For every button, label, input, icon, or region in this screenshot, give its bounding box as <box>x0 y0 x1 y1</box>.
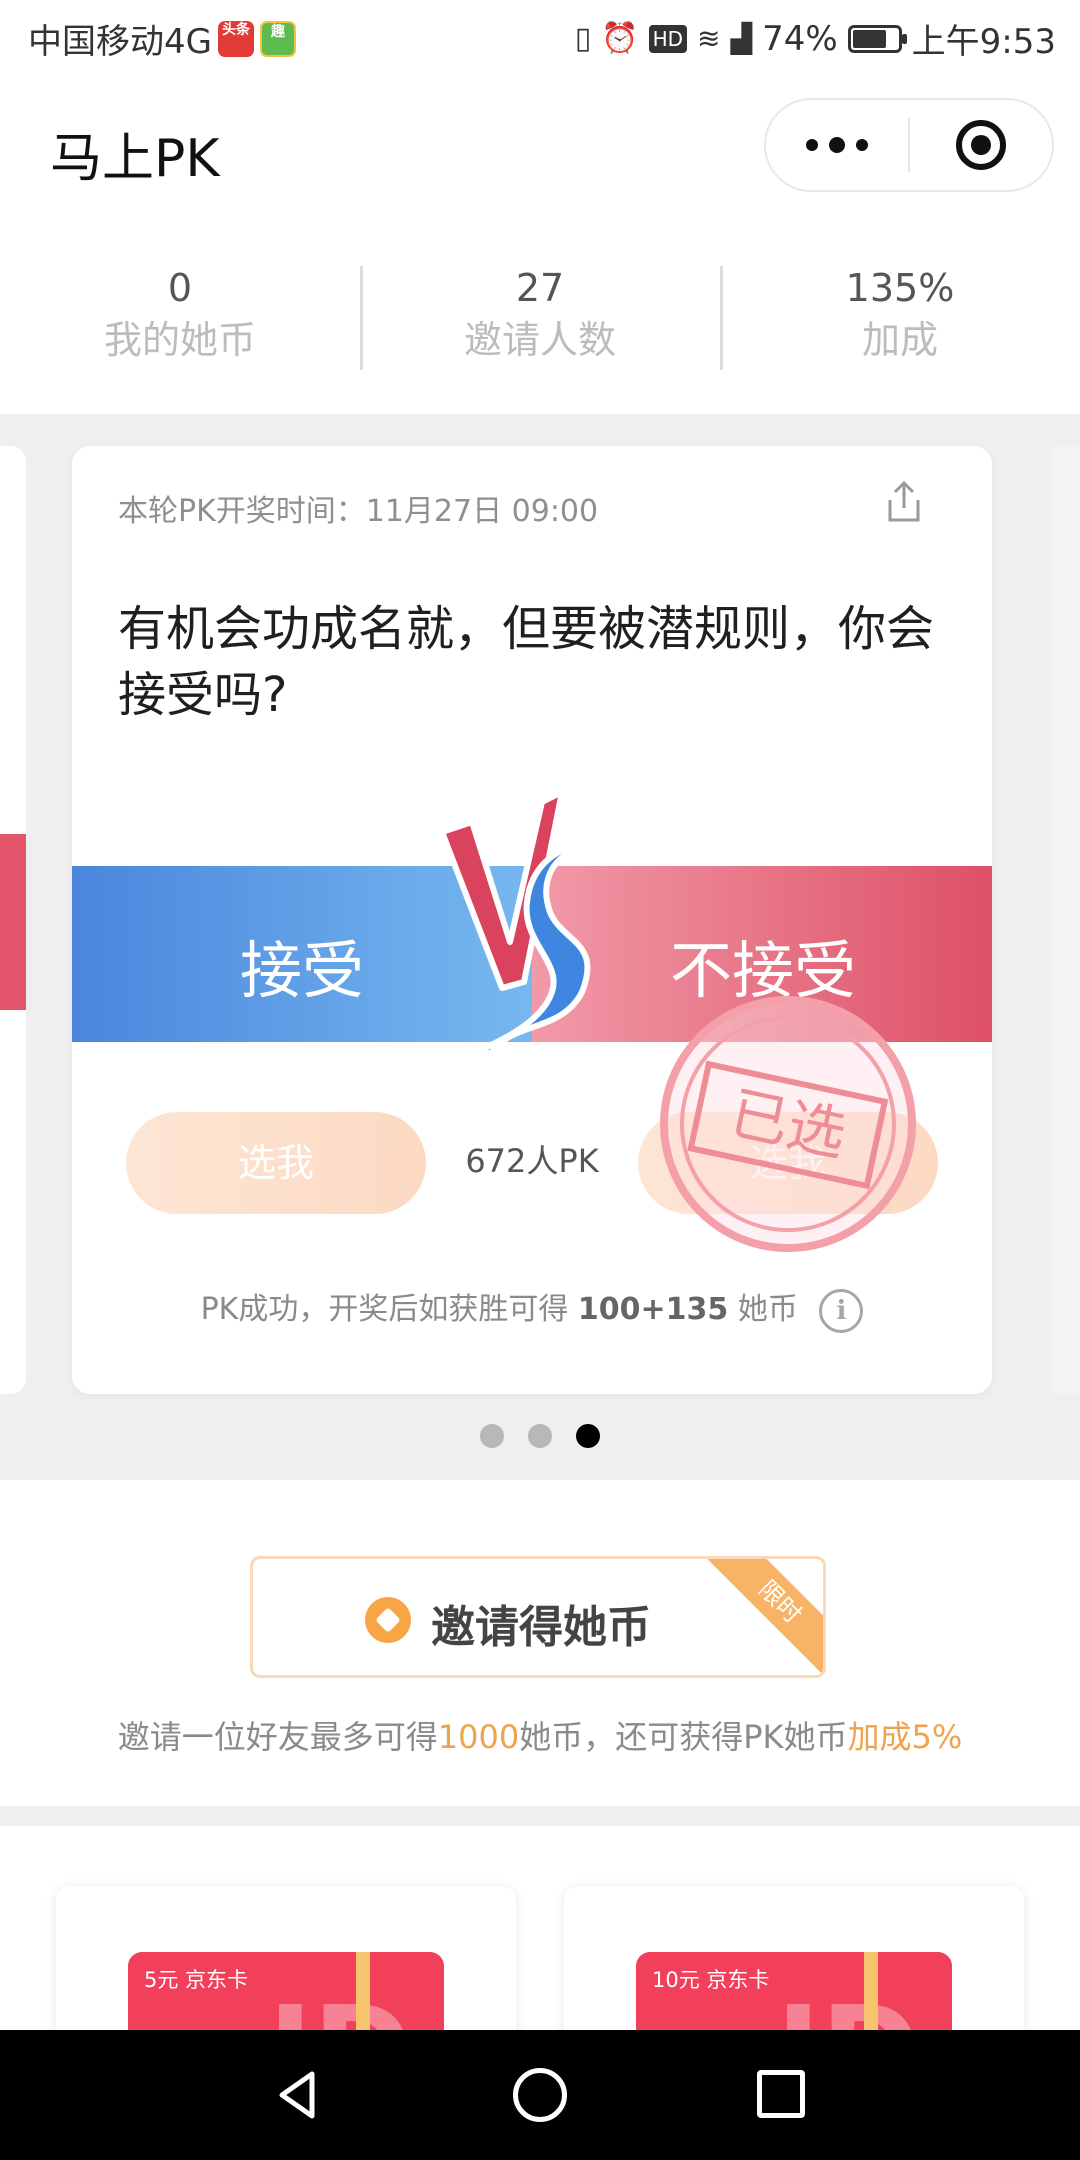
stat-invites[interactable]: 27 邀请人数 <box>360 264 720 414</box>
carrier-label: 中国移动4G <box>28 22 212 62</box>
stat-label: 邀请人数 <box>463 318 616 362</box>
previous-card-band <box>0 834 26 1010</box>
title-bar: 马上PK <box>0 72 1080 222</box>
more-icon <box>806 137 868 153</box>
pk-carousel[interactable]: 本轮PK开奖时间：11月27日 09:00 有机会功成名就，但要被潜规则，你会接… <box>0 414 1080 1480</box>
stat-label: 加成 <box>861 318 938 362</box>
more-button[interactable] <box>766 100 908 190</box>
coin-icon <box>365 1597 411 1643</box>
reward-note: PK成功，开奖后如获胜可得 100+135 她币 i <box>72 1284 992 1333</box>
signal-icon: ▟ <box>730 22 753 55</box>
carousel-dot[interactable] <box>480 1424 504 1448</box>
invite-button-label: 邀请得她币 <box>431 1602 651 1653</box>
back-icon[interactable] <box>272 2068 326 2122</box>
invite-section: 邀请得她币 限时 邀请一位好友最多可得1000她币，还可获得PK她币加成5% <box>0 1480 1080 1806</box>
carousel-indicator <box>0 1424 1080 1448</box>
recent-apps-icon[interactable] <box>757 2070 805 2118</box>
carousel-dot[interactable] <box>576 1424 600 1448</box>
pk-card: 本轮PK开奖时间：11月27日 09:00 有机会功成名就，但要被潜规则，你会接… <box>72 446 992 1394</box>
miniprogram-capsule <box>764 98 1054 192</box>
draw-time: 本轮PK开奖时间：11月27日 09:00 <box>118 494 599 529</box>
battery-percent: 74% <box>762 18 838 59</box>
gift-card-label: 5元 京东卡 <box>144 1968 249 1992</box>
page-title: 马上PK <box>50 129 220 189</box>
battery-icon <box>847 24 907 53</box>
next-card-peek[interactable] <box>1052 446 1080 1394</box>
wifi-icon: ≋ <box>697 22 721 55</box>
stat-coins[interactable]: 0 我的她币 <box>0 264 360 414</box>
selected-stamp: 已选 <box>660 996 916 1252</box>
system-nav-bar <box>0 2030 1080 2160</box>
clock: 上午9:53 <box>911 22 1056 62</box>
qu-app-icon: 趣 <box>259 20 296 57</box>
reward-suffix: 她币 <box>737 1292 798 1327</box>
invite-desc-part1: 邀请一位好友最多可得 <box>117 1718 438 1756</box>
toutiao-app-icon: 头条 <box>217 20 254 57</box>
alarm-icon: ⏰ <box>601 21 639 56</box>
invite-desc-bonus: 加成5% <box>847 1718 963 1756</box>
home-icon[interactable] <box>513 2068 567 2122</box>
vibrate-icon: ▯ <box>574 21 592 56</box>
target-icon <box>956 120 1006 170</box>
reward-prefix: PK成功，开奖后如获胜可得 <box>200 1292 569 1327</box>
pk-question: 有机会功成名就，但要被潜规则，你会接受吗? <box>118 601 935 723</box>
invite-desc-part2: 她币，还可获得PK她币 <box>519 1718 848 1756</box>
reward-amount: 100+135 <box>577 1292 729 1327</box>
option-left-label: 接受 <box>240 934 365 1007</box>
hd-icon: HD <box>648 24 688 53</box>
stats-row: 0 我的她币 27 邀请人数 135% 加成 <box>0 222 1080 414</box>
close-miniprogram-button[interactable] <box>910 100 1052 190</box>
stat-label: 我的她币 <box>103 318 256 362</box>
choose-left-button[interactable]: 选我 <box>126 1112 426 1214</box>
stat-value: 27 <box>515 266 565 310</box>
invite-description: 邀请一位好友最多可得1000她币，还可获得PK她币加成5% <box>0 1712 1080 1758</box>
stat-bonus[interactable]: 135% 加成 <box>720 264 1080 414</box>
invite-desc-amount: 1000 <box>437 1718 520 1756</box>
stat-value: 135% <box>845 266 955 310</box>
vs-icon <box>439 792 625 1062</box>
gift-card-label: 10元 京东卡 <box>652 1968 770 1992</box>
stat-value: 0 <box>167 266 193 310</box>
status-bar: 中国移动4G 头条 趣 ▯ ⏰ HD ≋ ▟ 74% 上午9:53 <box>0 0 1080 72</box>
limited-time-ribbon: 限时 <box>697 1559 823 1675</box>
share-icon[interactable] <box>880 478 928 526</box>
pk-participant-count: 672人PK <box>465 1142 599 1180</box>
invite-button[interactable]: 邀请得她币 限时 <box>250 1556 826 1678</box>
info-icon[interactable]: i <box>819 1288 864 1333</box>
carousel-dot[interactable] <box>528 1424 552 1448</box>
